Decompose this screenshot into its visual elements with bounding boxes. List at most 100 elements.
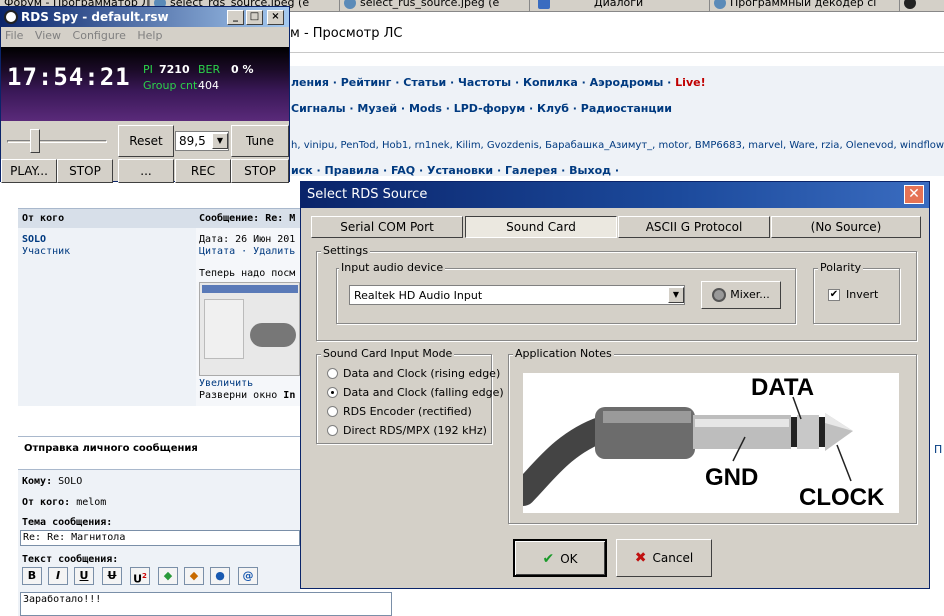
screenshot-thumbnail[interactable] bbox=[199, 282, 300, 376]
play-button[interactable]: PLAY... bbox=[1, 159, 57, 183]
message-date: Дата: 26 Июн 201 bbox=[199, 234, 296, 245]
nav-link[interactable]: Рейтинг bbox=[341, 76, 392, 89]
nav-link[interactable]: Выход bbox=[569, 164, 611, 177]
nav-link[interactable]: FAQ bbox=[391, 164, 415, 177]
browser-tab[interactable]: Диалоги bbox=[530, 0, 710, 11]
thumbnail-panel bbox=[204, 299, 244, 359]
color-icon[interactable]: ◆ bbox=[158, 567, 178, 585]
nav-link[interactable]: Частоты bbox=[458, 76, 511, 89]
author-name[interactable]: SOLO bbox=[22, 234, 46, 245]
chevron-down-icon[interactable]: ▼ bbox=[212, 133, 228, 149]
audio-device-value: Realtek HD Audio Input bbox=[354, 289, 483, 302]
globe-icon bbox=[714, 0, 726, 9]
pi-label: PI bbox=[143, 63, 153, 76]
tab-serial-com-port[interactable]: Serial COM Port bbox=[311, 216, 463, 238]
pi-value: 7210 bbox=[159, 63, 190, 76]
radio-rising-edge[interactable] bbox=[327, 368, 338, 379]
thumbnail-titlebar bbox=[202, 285, 298, 293]
close-icon[interactable]: ✕ bbox=[904, 185, 924, 204]
slider-thumb[interactable] bbox=[29, 129, 40, 153]
online-users-list[interactable]: h, vinipu, PenTod, Hob1, rn1nek, Kilim, … bbox=[291, 140, 944, 151]
nav-link[interactable]: Музей bbox=[357, 102, 397, 115]
strike-button[interactable]: U bbox=[102, 567, 122, 585]
sup-base: U bbox=[133, 572, 143, 586]
radio-direct-mpx[interactable] bbox=[327, 425, 338, 436]
nav-link[interactable]: LPD-форум bbox=[454, 102, 525, 115]
invert-checkbox[interactable]: ✔ bbox=[828, 289, 840, 301]
mixer-button[interactable]: Mixer... bbox=[701, 281, 781, 309]
nav-link[interactable]: Радиостанции bbox=[581, 102, 672, 115]
maximize-button[interactable]: □ bbox=[246, 10, 263, 25]
bold-button[interactable]: B bbox=[22, 567, 42, 585]
menu-file[interactable]: File bbox=[5, 29, 23, 42]
new-tab-button[interactable] bbox=[900, 0, 944, 11]
right-edge-link[interactable]: П bbox=[934, 443, 942, 456]
subject-input[interactable]: Re: Re: Магнитола bbox=[20, 530, 300, 546]
browser-tab[interactable]: Программный декодер сі bbox=[710, 0, 900, 11]
tab-ascii-g-protocol[interactable]: ASCII G Protocol bbox=[618, 216, 770, 238]
nav-link[interactable]: ления bbox=[291, 76, 329, 89]
nav-link-live[interactable]: Live! bbox=[675, 76, 705, 89]
link-icon[interactable]: ● bbox=[210, 567, 230, 585]
nav-link[interactable]: Сигналы bbox=[291, 102, 346, 115]
nav-link[interactable]: Аэродромы bbox=[590, 76, 664, 89]
tab-sound-card[interactable]: Sound Card bbox=[465, 216, 617, 238]
data-label: DATA bbox=[751, 374, 814, 401]
minimize-button[interactable]: _ bbox=[227, 10, 244, 25]
nav-link[interactable]: иск bbox=[291, 164, 313, 177]
cancel-label: Cancel bbox=[652, 551, 694, 565]
to-field: Кому: SOLO bbox=[22, 476, 82, 487]
underline-button[interactable]: U bbox=[74, 567, 94, 585]
radio-label: Data and Clock (falling edge) bbox=[343, 386, 504, 399]
screen: { "browser": { "tabs": [ {"label": "Фору… bbox=[0, 0, 944, 616]
email-button[interactable]: @ bbox=[238, 567, 258, 585]
enlarge-link[interactable]: Увеличить bbox=[199, 378, 253, 389]
frequency-select[interactable]: 89,5 ▼ bbox=[175, 131, 229, 151]
browser-tab[interactable]: select_rus_source.jpeg (e bbox=[340, 0, 530, 11]
tab-label: select_rus_source.jpeg (e bbox=[360, 0, 500, 9]
audio-device-select[interactable]: Realtek HD Audio Input ▼ bbox=[349, 285, 685, 305]
settings-label: Settings bbox=[321, 244, 371, 257]
to-value: SOLO bbox=[58, 476, 83, 487]
nav-link[interactable]: Правила bbox=[325, 164, 380, 177]
stop-record-button[interactable]: STOP bbox=[231, 159, 289, 183]
stop-button[interactable]: STOP bbox=[57, 159, 113, 183]
input-mode-group: Sound Card Input Mode Data and Clock (ri… bbox=[316, 347, 504, 444]
message-textarea[interactable]: Заработало!!! bbox=[20, 592, 392, 616]
volume-slider[interactable] bbox=[3, 125, 115, 161]
nav-link[interactable]: Клуб bbox=[537, 102, 569, 115]
record-button[interactable]: REC bbox=[175, 159, 231, 183]
cancel-button[interactable]: ✖ Cancel bbox=[616, 539, 712, 577]
tab-label: Диалоги bbox=[594, 0, 644, 9]
radio-label: Data and Clock (rising edge) bbox=[343, 367, 501, 380]
message-actions[interactable]: Цитата · Удалить bbox=[199, 246, 295, 257]
mixer-label: Mixer... bbox=[730, 288, 770, 301]
italic-button[interactable]: I bbox=[48, 567, 68, 585]
tab-no-source[interactable]: (No Source) bbox=[771, 216, 921, 238]
close-button[interactable]: × bbox=[267, 10, 284, 25]
ok-button[interactable]: ✔ OK bbox=[513, 539, 607, 577]
reset-button[interactable]: Reset bbox=[118, 125, 174, 157]
nav-link[interactable]: Установки bbox=[427, 164, 493, 177]
menu-configure[interactable]: Configure bbox=[73, 29, 126, 42]
radio-falling-edge[interactable] bbox=[327, 387, 338, 398]
chevron-down-icon[interactable]: ▼ bbox=[668, 287, 684, 303]
message-table-header: От кого Сообщение: Re: M bbox=[18, 208, 300, 228]
jack-wiring-diagram: DATA GND CLOCK bbox=[523, 373, 899, 513]
invert-label: Invert bbox=[846, 288, 879, 301]
polarity-group: Polarity ✔ Invert bbox=[813, 261, 900, 324]
menu-help[interactable]: Help bbox=[137, 29, 162, 42]
radio-rds-encoder[interactable] bbox=[327, 406, 338, 417]
superscript-button[interactable]: U2 bbox=[130, 567, 150, 586]
tune-button[interactable]: Tune bbox=[231, 125, 289, 157]
nav-link[interactable]: Копилка bbox=[523, 76, 578, 89]
group-count-value: 404 bbox=[198, 79, 219, 92]
browse-button[interactable]: ... bbox=[118, 159, 174, 183]
rds-spy-window: RDS Spy - default.rsw _ □ × File View Co… bbox=[0, 6, 290, 183]
author-role: Участник bbox=[22, 246, 71, 257]
nav-link[interactable]: Mods bbox=[409, 102, 442, 115]
palette-icon[interactable]: ◆ bbox=[184, 567, 204, 585]
nav-link[interactable]: Галерея bbox=[505, 164, 557, 177]
menu-view[interactable]: View bbox=[35, 29, 61, 42]
nav-link[interactable]: Статьи bbox=[403, 76, 446, 89]
